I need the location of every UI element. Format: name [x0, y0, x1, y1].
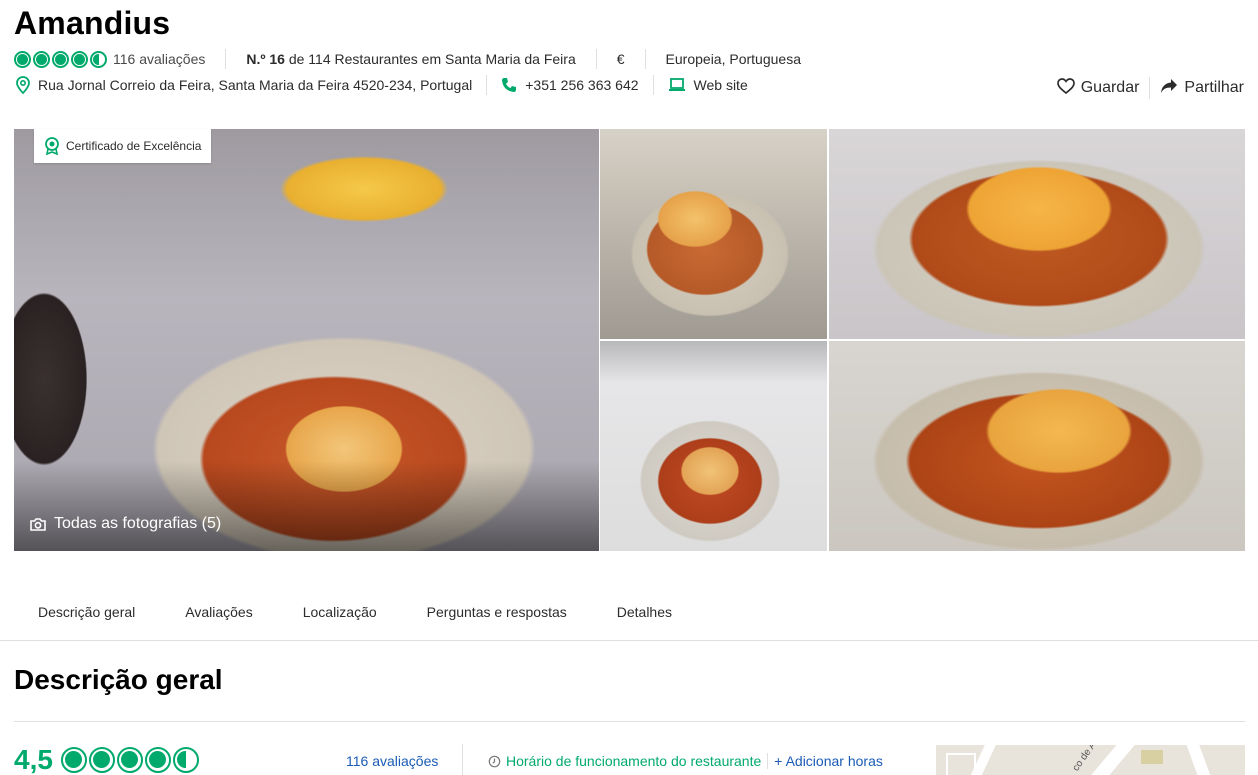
- tab-reviews[interactable]: Avaliações: [185, 594, 252, 640]
- tab-details[interactable]: Detalhes: [617, 594, 672, 640]
- restaurant-title: Amandius: [14, 5, 171, 41]
- photo-gallery: Certificado de Excelência Todas as fotog…: [14, 129, 1245, 551]
- rating-bubble-full: [117, 747, 143, 773]
- rating-bubble-half: [173, 747, 199, 773]
- clock-icon: [488, 755, 501, 768]
- save-button[interactable]: Guardar: [1056, 77, 1140, 99]
- rating-bubbles: [14, 50, 107, 68]
- rating-bubble-full: [61, 747, 87, 773]
- contact-row: Rua Jornal Correio da Feira, Santa Maria…: [16, 74, 748, 96]
- laptop-icon: [668, 78, 686, 92]
- divider: [595, 49, 597, 69]
- rating-bubble-full: [145, 747, 171, 773]
- hours-link[interactable]: Horário de funcionamento do restaurante: [506, 753, 761, 769]
- share-label: Partilhar: [1184, 79, 1244, 96]
- divider: [767, 753, 769, 769]
- rank-number: N.º 16: [246, 51, 285, 67]
- phone-icon: [501, 77, 517, 93]
- ranking-link[interactable]: N.º 16 de 114 Restaurantes em Santa Mari…: [246, 51, 575, 67]
- heart-icon: [1056, 77, 1075, 99]
- divider: [225, 49, 227, 69]
- overall-score: 4,5: [14, 744, 53, 775]
- award-icon: [44, 137, 60, 155]
- location-map[interactable]: co de A: [936, 745, 1245, 775]
- hours-row: Horário de funcionamento do restaurante …: [488, 753, 883, 769]
- overview-summary: 4,5 116 avaliações Horário de funcioname…: [14, 744, 1245, 775]
- tab-overview[interactable]: Descrição geral: [38, 594, 135, 640]
- rating-bubble-full: [89, 747, 115, 773]
- location-pin-icon: [16, 76, 30, 94]
- main-photo[interactable]: [14, 129, 599, 551]
- divider: [1149, 77, 1151, 99]
- map-building: [1141, 750, 1163, 764]
- share-arrow-icon: [1160, 78, 1178, 99]
- rating-bubble-full: [71, 50, 88, 68]
- divider: [652, 75, 654, 95]
- address-link[interactable]: Rua Jornal Correio da Feira, Santa Maria…: [38, 77, 472, 93]
- phone-link[interactable]: +351 256 363 642: [525, 77, 638, 93]
- rating-bubble-full: [14, 50, 31, 68]
- divider: [462, 744, 463, 775]
- divider: [644, 49, 646, 69]
- tab-qa[interactable]: Perguntas e respostas: [427, 594, 567, 640]
- rating-bubble-half: [90, 50, 107, 68]
- certificate-badge: Certificado de Excelência: [34, 129, 212, 163]
- rating-row: 116 avaliações N.º 16 de 114 Restaurante…: [14, 48, 801, 70]
- rating-bubble-full: [52, 50, 69, 68]
- divider: [486, 75, 488, 95]
- rank-text: de 114 Restaurantes em Santa Maria da Fe…: [284, 51, 576, 67]
- all-photos-label: Todas as fotografias (5): [54, 515, 222, 532]
- price-range: €: [616, 51, 625, 67]
- save-label: Guardar: [1080, 79, 1140, 96]
- website-link[interactable]: Web site: [694, 77, 748, 93]
- gallery-photo[interactable]: [600, 341, 827, 551]
- gallery-photo[interactable]: [600, 129, 827, 339]
- divider: [14, 721, 1245, 722]
- add-hours-link[interactable]: + Adicionar horas: [774, 753, 883, 769]
- camera-icon: [30, 517, 46, 531]
- cuisine-links[interactable]: Europeia, Portuguesa: [666, 51, 801, 67]
- all-photos-button[interactable]: Todas as fotografias (5): [30, 515, 221, 533]
- tab-location[interactable]: Localização: [303, 594, 377, 640]
- section-title: Descrição geral: [14, 664, 223, 695]
- rating-bubble-full: [33, 50, 50, 68]
- gallery-photo[interactable]: [829, 341, 1245, 551]
- reviews-count-link[interactable]: 116 avaliações: [113, 51, 205, 67]
- overview-reviews-link[interactable]: 116 avaliações: [346, 753, 438, 769]
- overall-rating-bubbles: [61, 747, 199, 773]
- certificate-label: Certificado de Excelência: [66, 139, 202, 153]
- gallery-photo[interactable]: [829, 129, 1245, 339]
- share-button[interactable]: Partilhar: [1160, 78, 1244, 99]
- map-road: [1184, 745, 1220, 775]
- section-tabs: Descrição geral Avaliações Localização P…: [0, 594, 1258, 641]
- header-actions: Guardar Partilhar: [1056, 77, 1244, 99]
